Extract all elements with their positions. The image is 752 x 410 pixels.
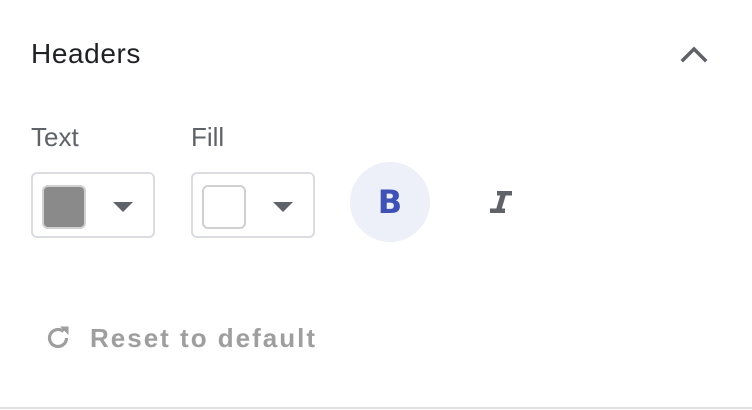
- bold-icon: B: [377, 183, 403, 221]
- fill-color-picker[interactable]: [191, 172, 315, 238]
- text-color-picker[interactable]: [31, 172, 155, 238]
- reset-to-default-button[interactable]: Reset to default: [44, 314, 317, 362]
- fill-color-swatch: [202, 185, 246, 229]
- caret-down-icon: [113, 202, 133, 212]
- text-color-label: Text: [31, 122, 79, 152]
- section-title: Headers: [31, 38, 142, 69]
- italic-toggle-button[interactable]: [461, 162, 541, 242]
- reset-label: Reset to default: [90, 322, 318, 353]
- text-color-swatch: [42, 185, 86, 229]
- refresh-icon: [47, 326, 69, 348]
- divider: [0, 407, 752, 409]
- headers-style-panel: Headers Text Fill B Reset to default: [0, 0, 752, 410]
- collapse-button[interactable]: [670, 32, 718, 76]
- bold-toggle-button[interactable]: B: [350, 162, 430, 242]
- caret-down-icon: [273, 202, 293, 212]
- italic-icon: [490, 191, 512, 213]
- fill-color-label: Fill: [191, 122, 225, 152]
- chevron-up-icon: [680, 46, 708, 63]
